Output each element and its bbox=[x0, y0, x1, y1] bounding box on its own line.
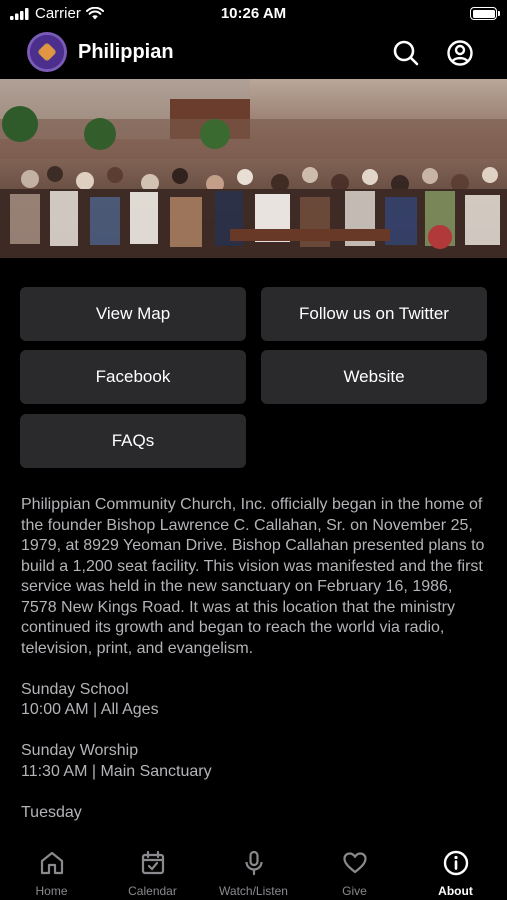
nav-bar: Philippian bbox=[0, 30, 507, 78]
heart-icon bbox=[342, 852, 367, 874]
calendar-icon bbox=[141, 850, 164, 875]
status-time: 10:26 AM bbox=[220, 5, 287, 22]
website-button[interactable]: Website bbox=[261, 350, 487, 404]
hero-image bbox=[0, 79, 507, 258]
status-bar: Carrier 10:26 AM bbox=[0, 0, 507, 30]
battery-icon bbox=[470, 7, 500, 20]
profile-icon[interactable] bbox=[445, 38, 475, 68]
app-title: Philippian bbox=[78, 41, 174, 63]
tab-home-label: Home bbox=[35, 884, 68, 898]
sunday-school-time: 10:00 AM | All Ages bbox=[21, 701, 159, 718]
tuesday-block: Tuesday bbox=[21, 803, 491, 824]
search-icon[interactable] bbox=[391, 38, 421, 68]
view-map-button[interactable]: View Map bbox=[20, 287, 246, 341]
sunday-worship-title: Sunday Worship bbox=[21, 742, 139, 759]
congregation-photo bbox=[0, 79, 507, 258]
tab-about-label: About bbox=[438, 884, 473, 898]
sunday-school-title: Sunday School bbox=[21, 680, 129, 698]
tab-give-label: Give bbox=[342, 884, 367, 898]
sunday-worship-time: 11:30 AM | Main Sanctuary bbox=[21, 762, 212, 780]
tab-bar: Home Calendar Watch/Listen Give About bbox=[0, 838, 507, 900]
church-logo bbox=[27, 32, 67, 72]
tab-calendar-label: Calendar bbox=[128, 884, 177, 898]
tab-watch-listen[interactable]: Watch/Listen bbox=[203, 838, 304, 900]
home-icon bbox=[40, 851, 63, 875]
tab-watch-listen-label: Watch/Listen bbox=[219, 884, 288, 898]
tab-home[interactable]: Home bbox=[1, 838, 102, 900]
about-intro: Philippian Community Church, Inc. offici… bbox=[21, 496, 485, 657]
faqs-button[interactable]: FAQs bbox=[20, 414, 246, 468]
tab-calendar[interactable]: Calendar bbox=[102, 838, 203, 900]
tab-give[interactable]: Give bbox=[304, 838, 405, 900]
sunday-school-block: Sunday School 10:00 AM | All Ages bbox=[21, 680, 491, 721]
microphone-icon bbox=[244, 850, 263, 876]
sunday-worship-block: Sunday Worship 11:30 AM | Main Sanctuary bbox=[21, 741, 491, 782]
follow-twitter-button[interactable]: Follow us on Twitter bbox=[261, 287, 487, 341]
about-content: Philippian Community Church, Inc. offici… bbox=[21, 495, 491, 844]
tab-about[interactable]: About bbox=[405, 838, 506, 900]
info-icon bbox=[443, 850, 468, 876]
facebook-button[interactable]: Facebook bbox=[20, 350, 246, 404]
tuesday-title: Tuesday bbox=[21, 803, 82, 821]
